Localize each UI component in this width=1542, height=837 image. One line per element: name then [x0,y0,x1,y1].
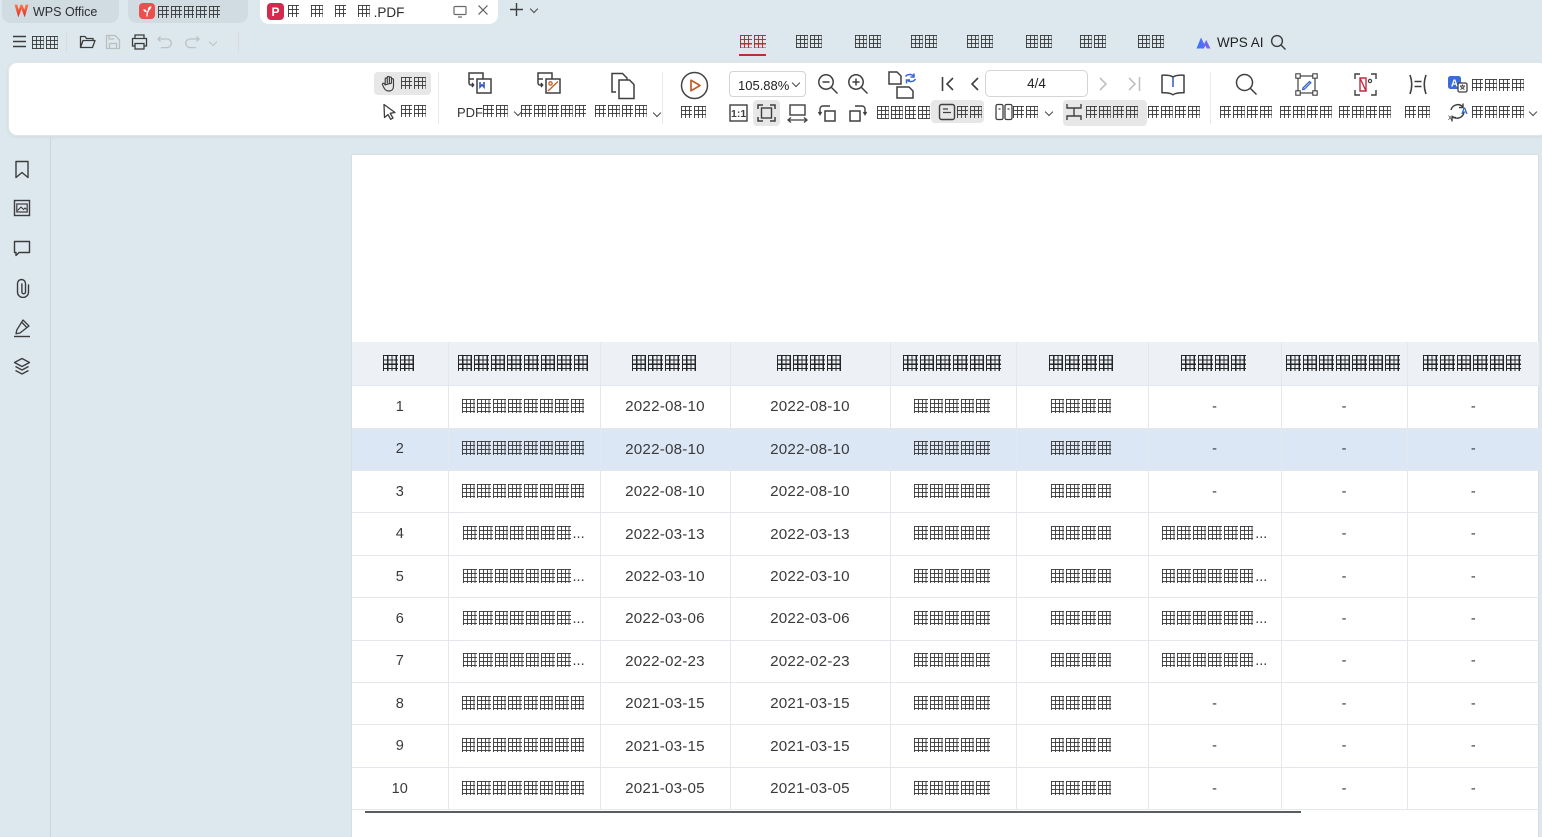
svg-text:1:1: 1:1 [731,108,746,120]
svg-text:x: x [1448,113,1452,122]
svg-text:A: A [1451,79,1458,90]
svg-text:A: A [1461,106,1468,117]
svg-text:P: P [271,5,279,19]
